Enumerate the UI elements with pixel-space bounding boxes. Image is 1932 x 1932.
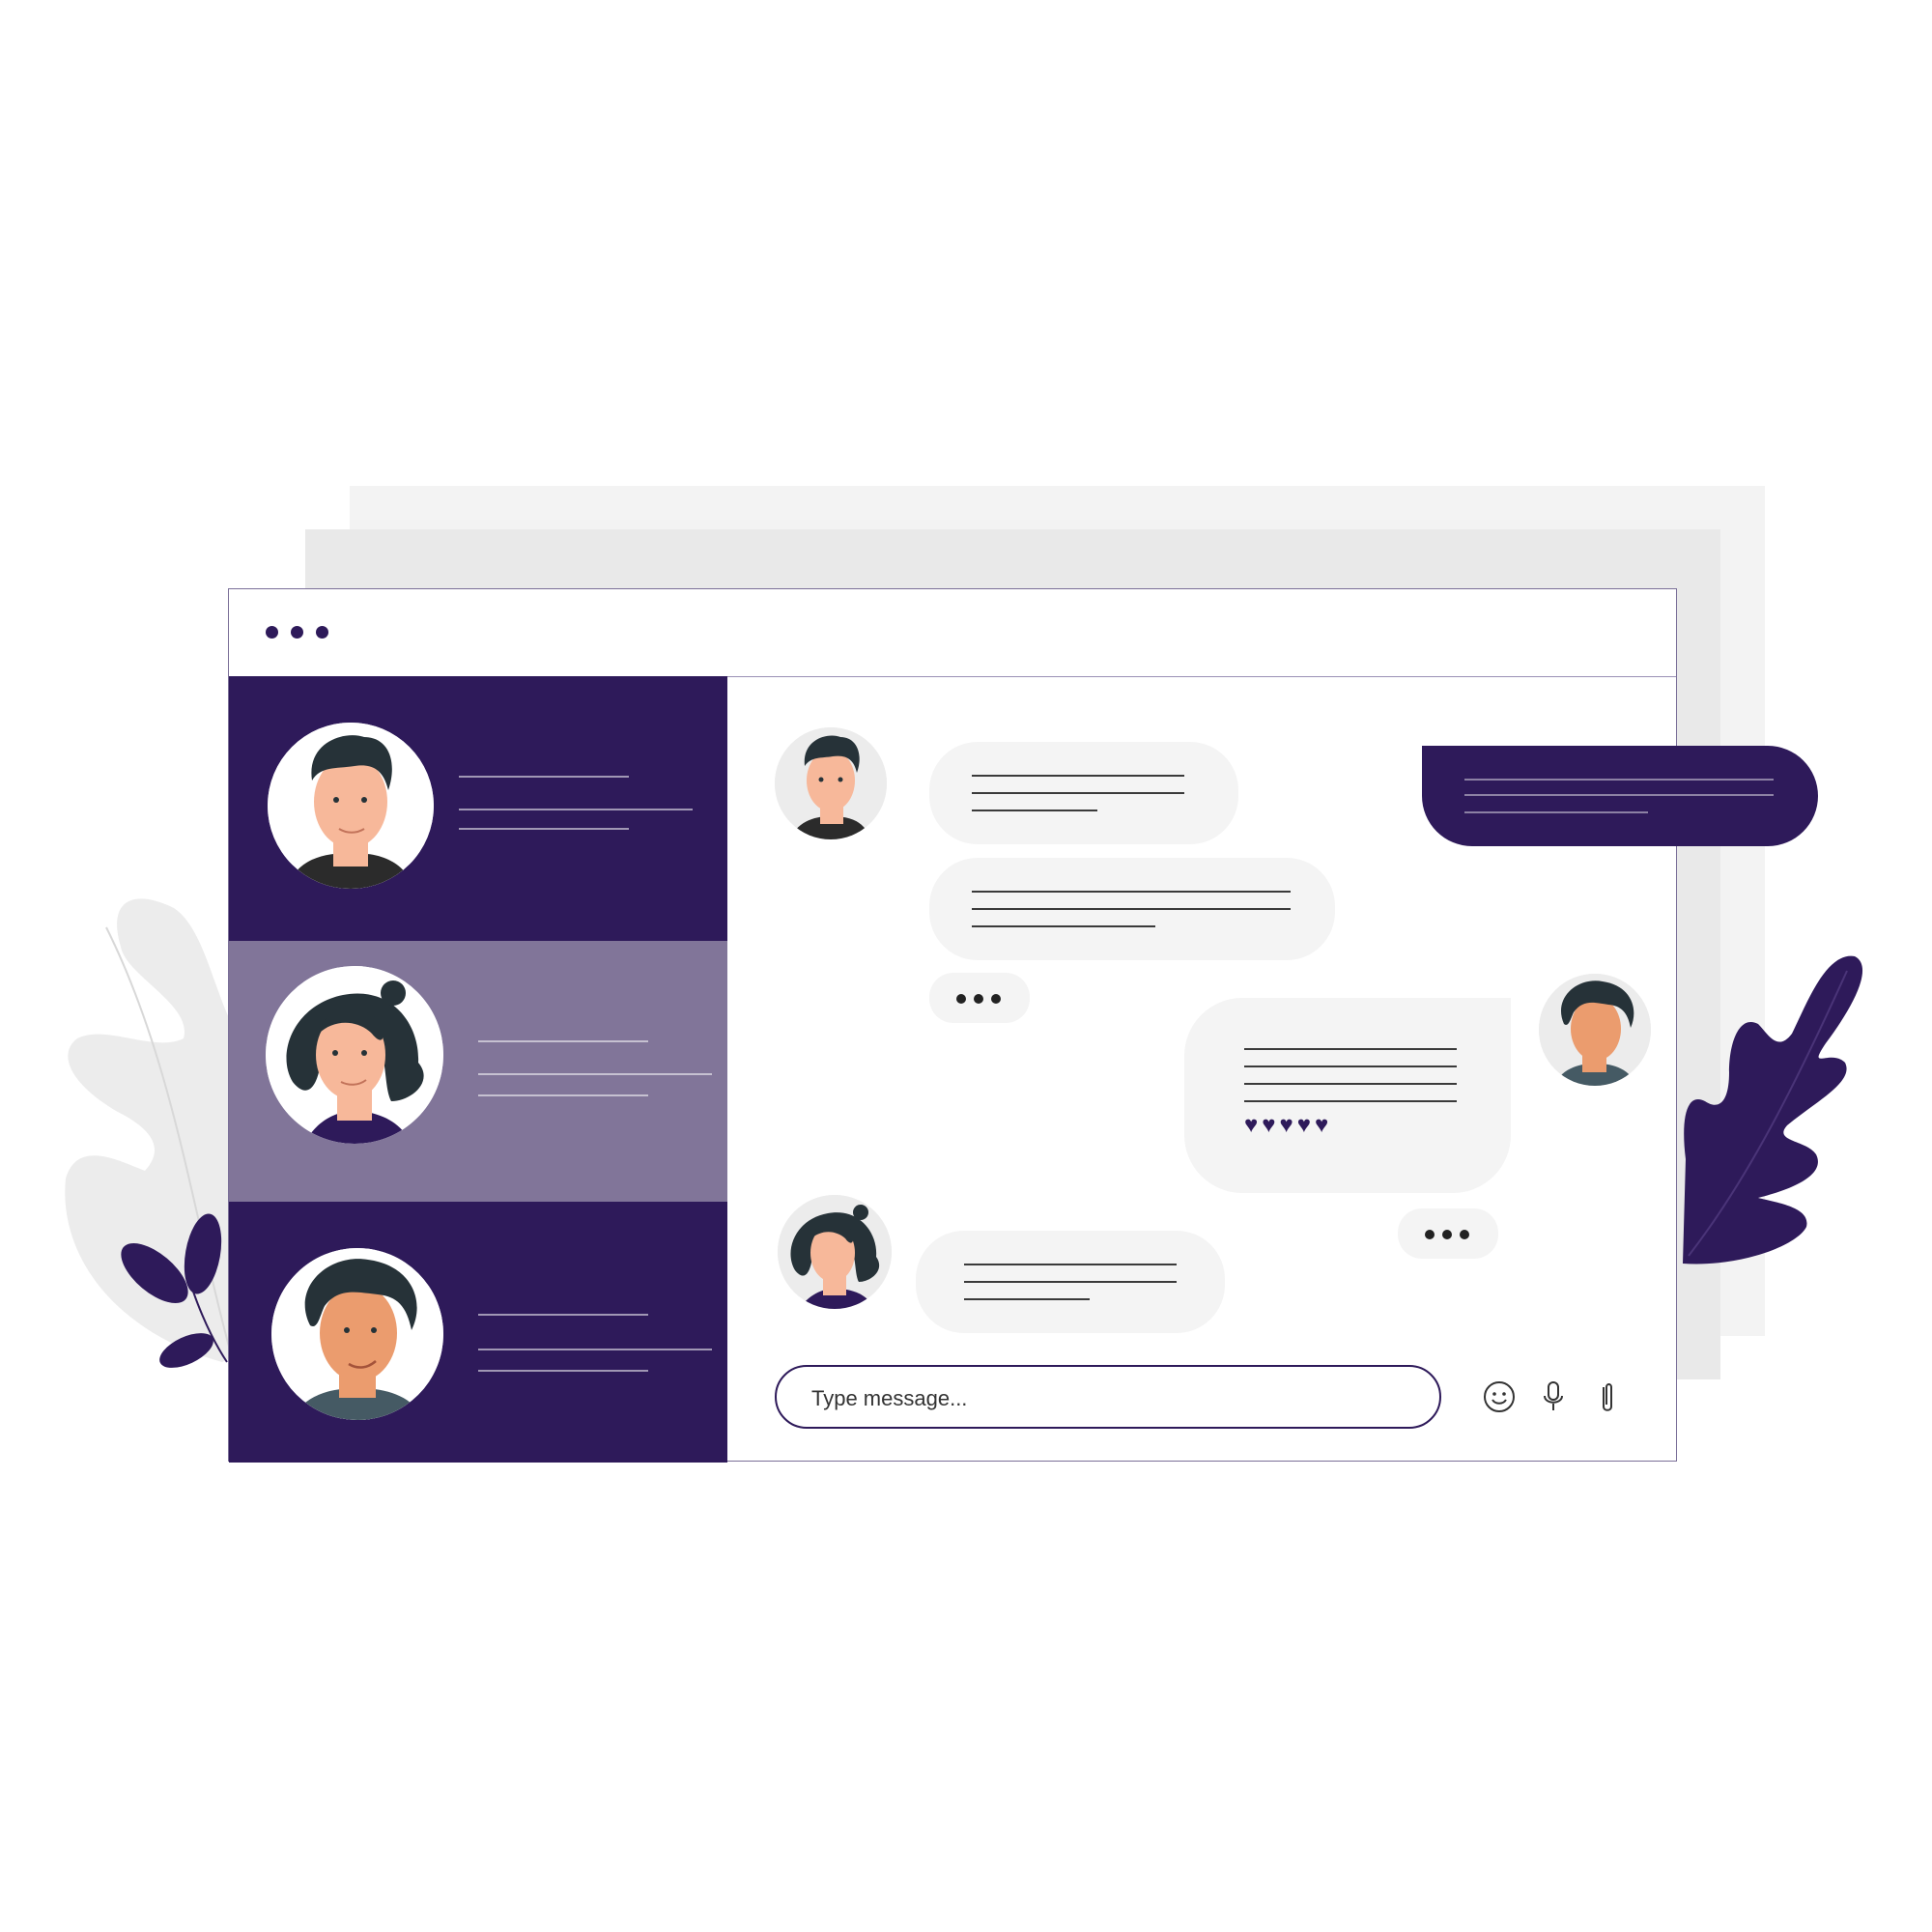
man-wavy-hair-avatar — [271, 1248, 443, 1420]
window-dot-icon[interactable] — [316, 626, 328, 639]
contact-item[interactable] — [229, 1202, 727, 1463]
contact-item[interactable] — [229, 676, 727, 941]
incoming-message-bubble[interactable] — [916, 1231, 1225, 1333]
message-input-placeholder: Type message... — [811, 1386, 968, 1410]
man-curly-hair-avatar — [775, 727, 887, 839]
outgoing-message-bubble[interactable]: ♥♥♥♥♥ — [1184, 998, 1511, 1193]
purple-leaf-large — [1683, 955, 1863, 1264]
paperclip-icon[interactable] — [1590, 1379, 1625, 1414]
heart-icon-row: ♥♥♥♥♥ — [1244, 1112, 1333, 1138]
contact-item[interactable] — [229, 941, 727, 1202]
incoming-message-bubble[interactable] — [929, 858, 1335, 960]
man-wavy-hair-avatar — [1539, 974, 1651, 1086]
contacts-sidebar — [229, 676, 727, 1463]
incoming-message-bubble[interactable] — [929, 742, 1238, 844]
outgoing-message-bubble[interactable] — [1422, 746, 1818, 846]
woman-bun-hair-avatar — [266, 966, 443, 1144]
window-dot-icon[interactable] — [291, 626, 303, 639]
microphone-icon[interactable] — [1536, 1379, 1571, 1414]
message-input[interactable]: Type message... — [775, 1365, 1441, 1429]
typing-indicator — [929, 973, 1030, 1023]
title-bar — [229, 589, 1676, 677]
smiley-icon[interactable] — [1482, 1379, 1517, 1414]
window-dot-icon[interactable] — [266, 626, 278, 639]
man-curly-hair-avatar — [268, 723, 434, 889]
woman-bun-hair-avatar — [778, 1195, 892, 1309]
typing-indicator — [1398, 1208, 1498, 1259]
